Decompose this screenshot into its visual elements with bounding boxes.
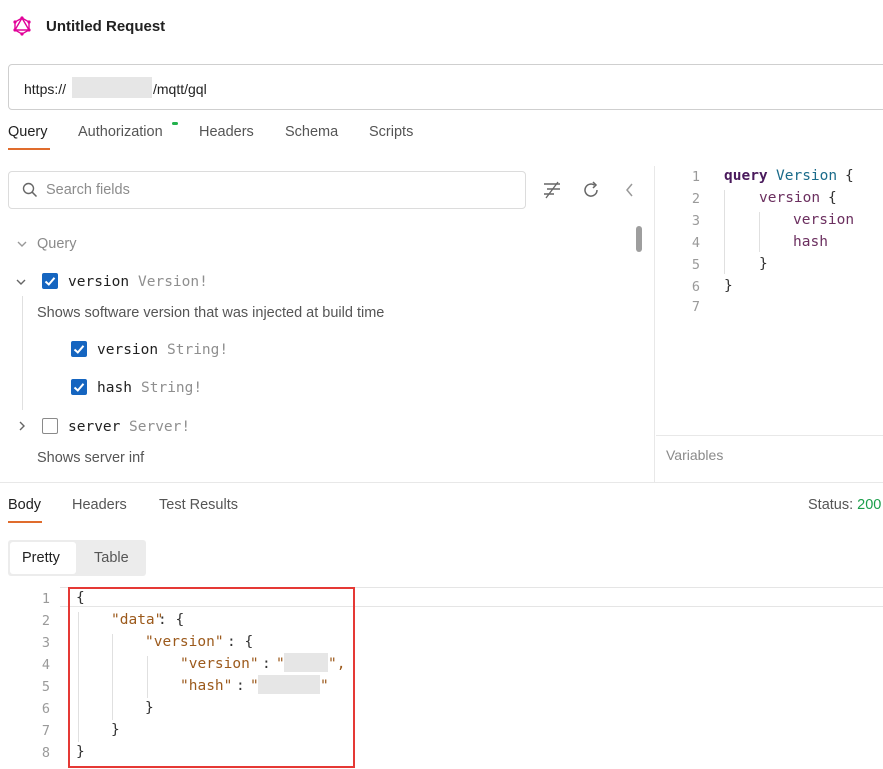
tab-body[interactable]: Body [8,497,41,513]
tab-schema[interactable]: Schema [285,124,338,140]
line-number: 4 [691,235,700,251]
tab-response-headers[interactable]: Headers [72,497,127,513]
active-tab-indicator [8,521,42,523]
field-type: String! [141,380,203,396]
authorization-indicator [172,122,178,125]
code-operation-name[interactable]: Version [776,168,837,184]
line-number: 5 [691,257,700,273]
checkbox-version-child[interactable] [71,341,87,357]
checkbox-hash[interactable] [71,379,87,395]
code-brace[interactable]: } [724,278,733,294]
search-icon [22,182,38,198]
field-name[interactable]: version [68,274,129,290]
tab-query[interactable]: Query [8,124,48,140]
search-input[interactable] [46,180,446,200]
line-number: 5 [41,679,50,695]
line-number: 3 [691,213,700,229]
code-field[interactable]: version [759,190,820,206]
field-type: String! [167,342,229,358]
variables-tab[interactable]: Variables [666,447,723,463]
tab-test-results[interactable]: Test Results [159,497,238,513]
code-field[interactable]: version [793,212,854,228]
highlight-box [68,587,355,768]
status-label: Status: [808,497,854,513]
field-name[interactable]: version [97,342,158,358]
format-icon[interactable] [542,180,562,200]
code-brace[interactable]: } [759,256,768,272]
tab-authorization[interactable]: Authorization [78,124,163,140]
chevron-down-icon[interactable] [16,238,28,250]
tab-scripts[interactable]: Scripts [369,124,413,140]
line-number: 4 [41,657,50,673]
request-response-divider[interactable] [0,482,883,483]
response-status: Status: 200 [808,497,881,513]
field-description: Shows software version that was injected… [37,305,385,321]
graphql-icon [13,16,31,36]
code-brace[interactable]: { [845,168,854,184]
line-number: 1 [691,169,700,185]
refresh-icon[interactable] [581,180,601,200]
status-code: 200 [857,497,882,513]
url-prefix: https:// [24,81,67,97]
collapse-panel-icon[interactable] [620,180,640,200]
checkbox-server[interactable] [42,418,58,434]
section-query-label[interactable]: Query [37,236,77,252]
code-brace[interactable]: { [828,190,837,206]
url-path: /mqtt/gql [153,81,207,97]
line-number: 7 [41,723,50,739]
view-pretty-button[interactable]: Pretty [22,550,60,566]
indent-guide [724,190,725,274]
pane-divider[interactable] [654,166,655,482]
line-number: 2 [691,191,700,207]
checkbox-version[interactable] [42,273,58,289]
redacted-host [72,77,152,98]
line-number: 6 [691,279,700,295]
explorer-scrollbar[interactable] [636,226,642,252]
field-type: Version! [138,274,208,290]
tree-guide [22,296,23,410]
request-title[interactable]: Untitled Request [46,18,165,35]
code-field[interactable]: hash [793,234,828,250]
field-name[interactable]: hash [97,380,132,396]
line-number: 7 [691,299,700,315]
tab-headers[interactable]: Headers [199,124,254,140]
line-number: 2 [41,613,50,629]
line-number: 1 [41,591,50,607]
active-tab-indicator [8,148,50,150]
code-keyword[interactable]: query [724,168,768,184]
variables-divider[interactable] [656,435,883,436]
line-number: 3 [41,635,50,651]
line-number: 8 [41,745,50,761]
view-table-button[interactable]: Table [94,550,129,566]
field-name[interactable]: server [68,419,120,435]
chevron-right-icon[interactable] [16,420,28,432]
field-type: Server! [129,419,191,435]
indent-guide [759,212,760,252]
chevron-down-icon[interactable] [15,276,27,288]
line-number: 6 [41,701,50,717]
field-description: Shows server inf [37,450,145,466]
